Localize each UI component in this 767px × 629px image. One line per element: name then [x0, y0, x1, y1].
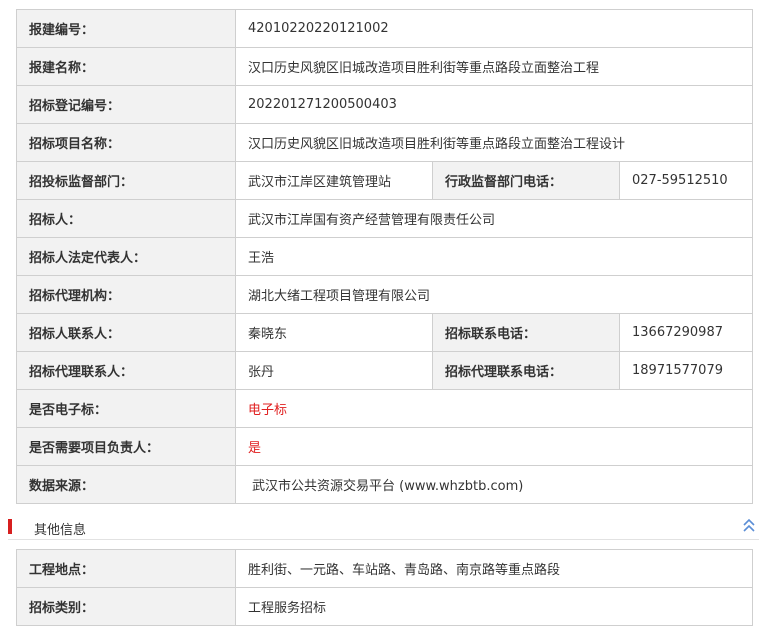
- label-electronic-bid: 是否电子标：: [16, 389, 236, 428]
- other-info-table: 工程地点： 胜利街、一元路、车站路、青岛路、南京路等重点路段 招标类别： 工程服…: [16, 549, 753, 626]
- label-agency-contact: 招标代理联系人：: [16, 351, 236, 390]
- value-bid-registration-no: 42010220220121002: [235, 9, 753, 48]
- row-tender-category: 招标类别： 工程服务招标: [16, 587, 753, 626]
- value-legal-representative: 王浩: [235, 237, 753, 276]
- section-title: 其他信息: [34, 523, 87, 538]
- label-bid-registration-name: 报建名称：: [16, 47, 236, 86]
- value-tender-category: 工程服务招标: [235, 587, 753, 626]
- row-legal-representative: 招标人法定代表人： 王浩: [16, 237, 753, 276]
- double-chevron-up-icon[interactable]: [741, 517, 757, 535]
- label-tender-agency: 招标代理机构：: [16, 275, 236, 314]
- label-data-source: 数据来源：: [16, 465, 236, 504]
- value-tender-phone: 13667290987: [619, 313, 753, 352]
- label-supervision-dept: 招投标监督部门：: [16, 161, 236, 200]
- value-project-location: 胜利街、一元路、车站路、青岛路、南京路等重点路段: [235, 549, 753, 588]
- label-bid-registration-no: 报建编号：: [16, 9, 236, 48]
- value-tender-agency: 湖北大绪工程项目管理有限公司: [235, 275, 753, 314]
- value-tenderer-contact: 秦晓东: [235, 313, 433, 352]
- label-legal-representative: 招标人法定代表人：: [16, 237, 236, 276]
- row-agency-contact: 招标代理联系人： 张丹 招标代理联系电话： 18971577079: [16, 351, 753, 390]
- label-tenderer: 招标人：: [16, 199, 236, 238]
- row-tender-agency: 招标代理机构： 湖北大绪工程项目管理有限公司: [16, 275, 753, 314]
- value-agency-phone: 18971577079: [619, 351, 753, 390]
- row-tenderer-contact: 招标人联系人： 秦晓东 招标联系电话： 13667290987: [16, 313, 753, 352]
- value-electronic-bid: 电子标: [235, 389, 753, 428]
- value-tender-project-name: 汉口历史风貌区旧城改造项目胜利街等重点路段立面整治工程设计: [235, 123, 753, 162]
- row-electronic-bid: 是否电子标： 电子标: [16, 389, 753, 428]
- value-supervision-dept: 武汉市江岸区建筑管理站: [235, 161, 433, 200]
- section-accent-bar: [8, 519, 12, 534]
- label-tenderer-contact: 招标人联系人：: [16, 313, 236, 352]
- label-project-leader-required: 是否需要项目负责人：: [16, 427, 236, 466]
- row-supervision-dept: 招投标监督部门： 武汉市江岸区建筑管理站 行政监督部门电话： 027-59512…: [16, 161, 753, 200]
- row-project-location: 工程地点： 胜利街、一元路、车站路、青岛路、南京路等重点路段: [16, 549, 753, 588]
- row-project-leader-required: 是否需要项目负责人： 是: [16, 427, 753, 466]
- row-data-source: 数据来源： 武汉市公共资源交易平台 (www.whzbtb.com): [16, 465, 753, 504]
- row-bid-registration-name: 报建名称： 汉口历史风貌区旧城改造项目胜利街等重点路段立面整治工程: [16, 47, 753, 86]
- label-tender-registration-no: 招标登记编号：: [16, 85, 236, 124]
- row-tender-registration-no: 招标登记编号： 202201271200500403: [16, 85, 753, 124]
- label-project-location: 工程地点：: [16, 549, 236, 588]
- value-project-leader-required: 是: [235, 427, 753, 466]
- label-tender-category: 招标类别：: [16, 587, 236, 626]
- value-bid-registration-name: 汉口历史风貌区旧城改造项目胜利街等重点路段立面整治工程: [235, 47, 753, 86]
- project-info-table: 报建编号： 42010220220121002 报建名称： 汉口历史风貌区旧城改…: [16, 9, 753, 504]
- row-tender-project-name: 招标项目名称： 汉口历史风貌区旧城改造项目胜利街等重点路段立面整治工程设计: [16, 123, 753, 162]
- value-tender-registration-no: 202201271200500403: [235, 85, 753, 124]
- label-supervision-phone: 行政监督部门电话：: [432, 161, 620, 200]
- row-bid-registration-no: 报建编号： 42010220220121002: [16, 9, 753, 48]
- value-supervision-phone: 027-59512510: [619, 161, 753, 200]
- value-data-source: 武汉市公共资源交易平台 (www.whzbtb.com): [235, 465, 753, 504]
- value-agency-contact: 张丹: [235, 351, 433, 390]
- label-tender-phone: 招标联系电话：: [432, 313, 620, 352]
- label-tender-project-name: 招标项目名称：: [16, 123, 236, 162]
- other-info-section-header: 其他信息: [8, 515, 759, 540]
- value-tenderer: 武汉市江岸国有资产经营管理有限责任公司: [235, 199, 753, 238]
- row-tenderer: 招标人： 武汉市江岸国有资产经营管理有限责任公司: [16, 199, 753, 238]
- label-agency-phone: 招标代理联系电话：: [432, 351, 620, 390]
